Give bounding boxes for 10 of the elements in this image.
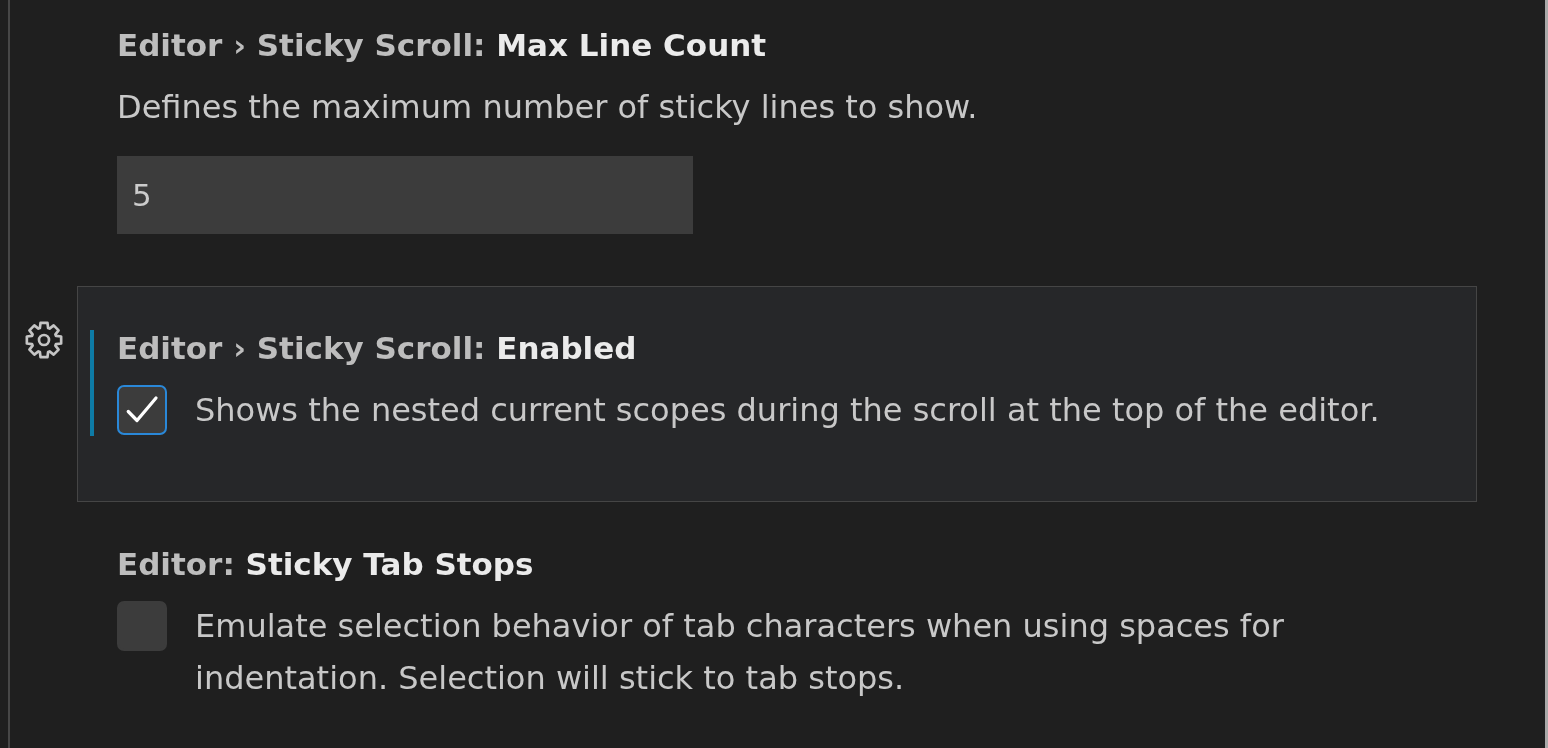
checkbox[interactable] — [117, 385, 167, 435]
checkbox[interactable] — [117, 601, 167, 651]
settings-gear-icon[interactable] — [24, 320, 64, 360]
setting-title: Editor › Sticky Scroll: Max Line Count — [117, 27, 767, 63]
number-input-field[interactable]: 5 — [117, 156, 693, 234]
setting-title: Editor › Sticky Scroll: Enabled — [117, 330, 637, 366]
setting-description: Emulate selection behavior of tab characters when using spaces for indentation. Selection will stick to tab stops. — [195, 606, 1285, 699]
setting-description: Defines the maximum number of sticky lines to show. — [117, 87, 978, 128]
setting-title: Editor: Sticky Tab Stops — [117, 546, 534, 582]
setting-description: Shows the nested current scopes during the scroll at the top of the editor. — [195, 390, 1380, 431]
